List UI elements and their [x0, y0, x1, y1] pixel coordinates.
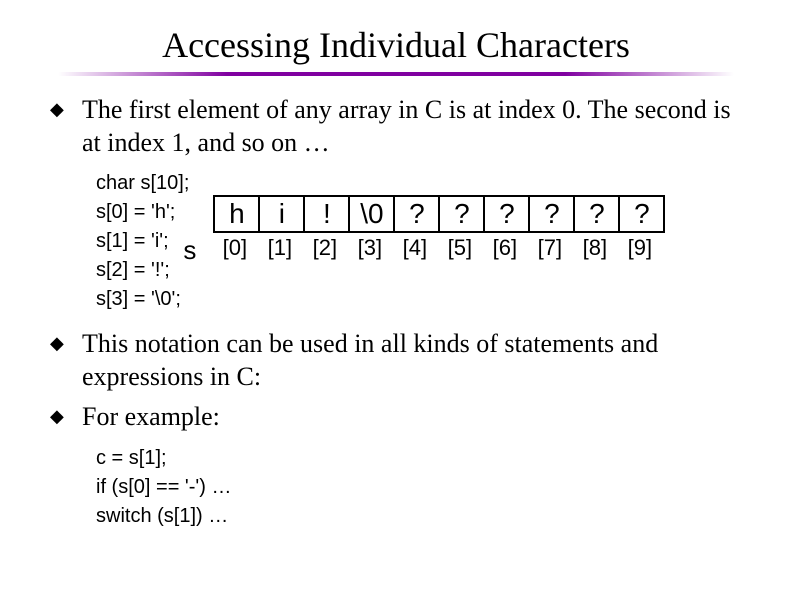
array-cell: ?: [528, 195, 575, 233]
bullet-3-text: For example:: [82, 402, 220, 431]
slide-title: Accessing Individual Characters: [40, 24, 752, 66]
bullet-list-2: This notation can be used in all kinds o…: [50, 328, 742, 434]
array-index: [0]: [211, 235, 258, 261]
bullet-2-text: This notation can be used in all kinds o…: [82, 329, 658, 391]
bullet-list: The first element of any array in C is a…: [50, 94, 742, 159]
bullet-2: This notation can be used in all kinds o…: [50, 328, 742, 393]
array-cells: h i ! \0 ? ? ? ? ? ?: [213, 195, 665, 233]
array-index: [9]: [616, 235, 663, 261]
code-line: s[0] = 'h';: [96, 198, 189, 227]
array-cell: ?: [573, 195, 620, 233]
array-label: s: [183, 235, 196, 266]
code-line: s[1] = 'i';: [96, 227, 189, 256]
code-block-1: char s[10]; s[0] = 'h'; s[1] = 'i'; s[2]…: [96, 169, 189, 314]
array-index: [2]: [301, 235, 348, 261]
array-visual: h i ! \0 ? ? ? ? ? ? s [0] [1] [2] [3] […: [213, 195, 665, 261]
array-cell: ?: [483, 195, 530, 233]
code-line: char s[10];: [96, 169, 189, 198]
array-cell: ?: [393, 195, 440, 233]
array-index: [8]: [571, 235, 618, 261]
slide: Accessing Individual Characters The firs…: [0, 0, 792, 612]
bullet-1: The first element of any array in C is a…: [50, 94, 742, 159]
code-block-2: c = s[1]; if (s[0] == '-') … switch (s[1…: [96, 444, 752, 531]
array-index: [5]: [436, 235, 483, 261]
array-index: [6]: [481, 235, 528, 261]
array-cell: i: [258, 195, 305, 233]
array-index: [7]: [526, 235, 573, 261]
code-line: s[3] = '\0';: [96, 285, 189, 314]
diagram: char s[10]; s[0] = 'h'; s[1] = 'i'; s[2]…: [96, 169, 752, 314]
code-line: c = s[1];: [96, 444, 752, 473]
code-line: s[2] = '!';: [96, 256, 189, 285]
array-cell: ?: [618, 195, 665, 233]
array-cell: ?: [438, 195, 485, 233]
array-index: [3]: [346, 235, 393, 261]
bullet-3: For example:: [50, 401, 742, 434]
array-indices: s [0] [1] [2] [3] [4] [5] [6] [7] [8] [9…: [213, 235, 665, 261]
array-cell: h: [213, 195, 260, 233]
title-underline: [58, 72, 734, 76]
bullet-1-text: The first element of any array in C is a…: [82, 95, 731, 157]
code-line: if (s[0] == '-') …: [96, 473, 752, 502]
array-cell: \0: [348, 195, 395, 233]
array-index: [1]: [256, 235, 303, 261]
array-cell: !: [303, 195, 350, 233]
array-index: [4]: [391, 235, 438, 261]
code-line: switch (s[1]) …: [96, 502, 752, 531]
